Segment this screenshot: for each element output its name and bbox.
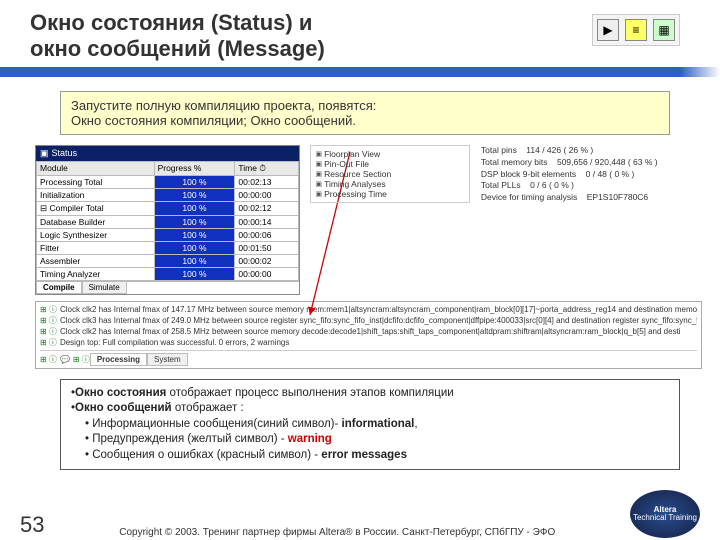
status-window: Status Module Progress % Time ⏱ Processi… — [35, 145, 300, 295]
table-row: Database Builder100 %00:00:14 — [37, 215, 299, 228]
status-titlebar: Status — [36, 146, 299, 161]
table-row: Processing Total100 %00:02:13 — [37, 175, 299, 188]
tab-system[interactable]: System — [147, 353, 188, 366]
toolbar-icons: ▶ ≡ ▦ — [592, 14, 680, 46]
page-number: 53 — [20, 512, 44, 538]
table-row: Fitter100 %00:01:50 — [37, 241, 299, 254]
copyright: Copyright © 2003. Тренинг партнер фирмы … — [44, 527, 630, 538]
summary-stats: Total pins 114 / 426 ( 26 % ) Total memo… — [481, 145, 691, 204]
message-line: Design top: Full compilation was success… — [40, 337, 697, 348]
status-table: Module Progress % Time ⏱ Processing Tota… — [36, 161, 299, 281]
tree-item[interactable]: Processing Time — [315, 189, 463, 199]
col-time: Time ⏱ — [235, 161, 299, 175]
table-row: ⊟ Compiler Total100 %00:02:12 — [37, 201, 299, 215]
instruction-box: Запустите полную компиляцию проекта, поя… — [60, 91, 670, 135]
messages-label: 💬 — [60, 355, 70, 364]
instruction-line1: Запустите полную компиляцию проекта, поя… — [71, 98, 659, 113]
title-line2: окно сообщений (Message) — [30, 36, 325, 61]
compile-icon[interactable]: ▶ — [597, 19, 619, 41]
col-progress: Progress % — [154, 161, 235, 175]
col-module: Module — [37, 161, 155, 175]
messages-bottom-bar: 💬 Processing System — [40, 350, 697, 366]
footer: 53 Copyright © 2003. Тренинг партнер фир… — [0, 490, 720, 538]
report-icon[interactable]: ≡ — [625, 19, 647, 41]
status-tabs: Compile Simulate — [36, 281, 299, 294]
legend-box: •Окно состояния отображает процесс выпол… — [60, 379, 680, 471]
chip-icon[interactable]: ▦ — [653, 19, 675, 41]
tab-processing[interactable]: Processing — [90, 353, 147, 366]
message-line: Clock clk2 has Internal fmax of 258.5 MH… — [40, 326, 697, 337]
message-line: Clock clk3 has Internal fmax of 249.0 MH… — [40, 315, 697, 326]
tree-item[interactable]: Pin-Out File — [315, 159, 463, 169]
title-divider — [0, 67, 720, 77]
tab-simulate[interactable]: Simulate — [82, 282, 127, 294]
tree-item[interactable]: Timing Analyses — [315, 179, 463, 189]
screenshot-panels: Status Module Progress % Time ⏱ Processi… — [35, 145, 702, 295]
title-line1: Окно состояния (Status) и — [30, 10, 312, 35]
table-row: Logic Synthesizer100 %00:00:06 — [37, 228, 299, 241]
message-line: Clock clk2 has Internal fmax of 147.17 M… — [40, 304, 697, 315]
tree-item[interactable]: Floorplan View — [315, 149, 463, 159]
table-row: Timing Analyzer100 %00:00:00 — [37, 267, 299, 280]
altera-logo: Altera Technical Training — [630, 490, 700, 538]
tab-compile[interactable]: Compile — [36, 282, 82, 294]
table-row: Assembler100 %00:00:02 — [37, 254, 299, 267]
messages-tabs: Processing System — [73, 353, 188, 366]
report-tree: Floorplan View Pin-Out File Resource Sec… — [310, 145, 470, 203]
table-row: Initialization100 %00:00:00 — [37, 188, 299, 201]
tree-item[interactable]: Resource Section — [315, 169, 463, 179]
messages-window: Clock clk2 has Internal fmax of 147.17 M… — [35, 301, 702, 369]
instruction-line2: Окно состояния компиляции; Окно сообщени… — [71, 113, 659, 128]
